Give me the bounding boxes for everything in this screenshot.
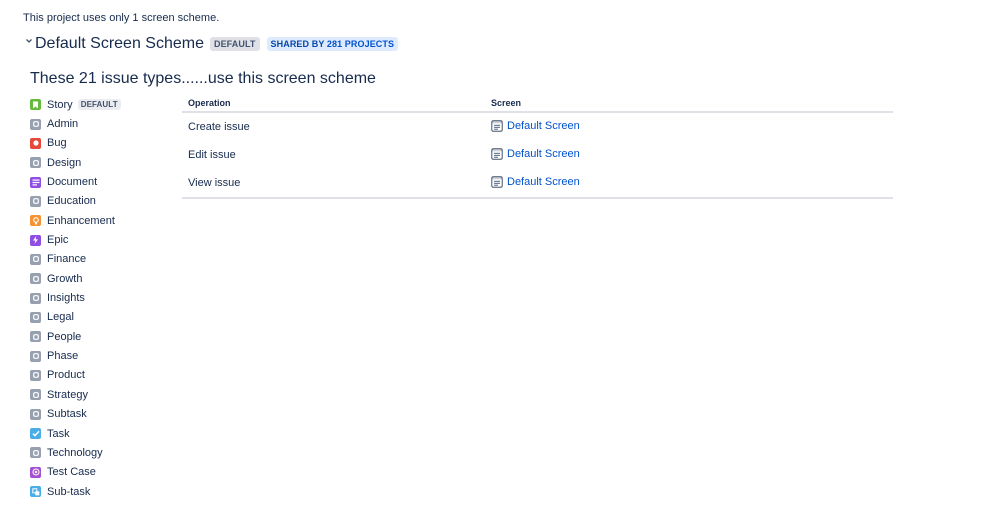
issue-type-item: Bug: [30, 134, 121, 153]
issue-type-label: Admin: [47, 118, 79, 131]
screen-link[interactable]: Default Screen: [491, 120, 580, 132]
generic-issue-icon: [30, 369, 41, 381]
issue-type-label: Subtask: [47, 408, 87, 421]
issue-type-item: Legal: [30, 308, 121, 327]
screen-link[interactable]: Default Screen: [491, 148, 580, 160]
generic-issue-icon: [30, 195, 41, 207]
issue-type-item: Subtask: [30, 405, 121, 424]
issue-type-item: Test Case: [30, 463, 121, 482]
issue-type-label: Growth: [47, 272, 83, 285]
issue-type-item: Phase: [30, 346, 121, 365]
generic-issue-icon: [30, 253, 41, 265]
issue-type-label: Product: [47, 369, 85, 382]
issue-type-item: Strategy: [30, 385, 121, 404]
issue-type-label: Task: [47, 427, 70, 440]
issue-type-label: Enhancement: [47, 214, 115, 227]
screen-cell: Default Screen: [485, 169, 893, 199]
operation-cell: View issue: [182, 169, 485, 199]
shared-by-prefix: SHARED BY: [270, 39, 327, 49]
screen-link-label: Default Screen: [507, 175, 580, 188]
generic-issue-icon: [30, 292, 41, 304]
issue-type-item: Enhancement: [30, 211, 121, 230]
issue-type-item: Document: [30, 172, 121, 191]
epic-icon: [30, 234, 41, 246]
generic-issue-icon: [30, 118, 41, 130]
screen-icon: [491, 119, 503, 132]
screen-link[interactable]: Default Screen: [491, 176, 580, 188]
issue-type-label: Technology: [47, 446, 103, 459]
issue-type-item: Admin: [30, 114, 121, 133]
issue-type-item: Story DEFAULT: [30, 95, 121, 114]
issue-type-label: Sub-task: [47, 485, 91, 498]
issue-type-label: Epic: [47, 234, 69, 247]
issue-type-item: Task: [30, 424, 121, 443]
screen-column-header: Screen: [485, 94, 893, 113]
issue-type-item: Product: [30, 366, 121, 385]
screen-link-label: Default Screen: [507, 147, 580, 160]
issue-type-label: Bug: [47, 137, 67, 150]
bug-icon: [30, 137, 41, 149]
section-title: These 21 issue types......use this scree…: [30, 70, 376, 87]
screen-cell: Default Screen: [485, 112, 893, 141]
issue-type-item: Insights: [30, 288, 121, 307]
issue-type-item: Education: [30, 192, 121, 211]
test-case-icon: [30, 466, 41, 478]
document-icon: [30, 176, 41, 188]
issue-type-item: Technology: [30, 443, 121, 462]
shared-projects-link[interactable]: 281 PROJECTS: [327, 39, 394, 49]
intro-text: This project uses only 1 screen scheme.: [23, 12, 220, 24]
screen-cell: Default Screen: [485, 141, 893, 169]
generic-issue-icon: [30, 311, 41, 323]
default-badge: DEFAULT: [209, 37, 260, 51]
table-row: Edit issue Default Screen: [182, 141, 893, 169]
issue-type-label: Strategy: [47, 388, 88, 401]
scheme-title[interactable]: Default Screen Scheme: [35, 35, 204, 53]
generic-issue-icon: [30, 273, 41, 285]
operation-cell: Create issue: [188, 121, 250, 133]
enhancement-icon: [30, 215, 41, 227]
shared-by-badge: SHARED BY 281 PROJECTS: [266, 37, 399, 51]
issue-type-label: Document: [47, 176, 98, 189]
subtask-icon: [30, 486, 41, 498]
screen-icon: [491, 175, 503, 188]
issue-type-item: People: [30, 327, 121, 346]
table-row: View issue Default Screen: [182, 169, 893, 199]
issue-type-item: Finance: [30, 250, 121, 269]
scheme-header: Default Screen Scheme DEFAULT SHARED BY …: [24, 35, 399, 53]
issue-type-label: Legal: [47, 311, 74, 324]
issue-type-item: Design: [30, 153, 121, 172]
generic-issue-icon: [30, 350, 41, 362]
generic-issue-icon: [30, 331, 41, 343]
issue-type-label: Education: [47, 195, 96, 208]
issue-type-label: Story: [47, 98, 73, 111]
chevron-down-icon[interactable]: [24, 37, 33, 46]
issue-type-label: Finance: [47, 253, 87, 266]
generic-issue-icon: [30, 389, 41, 401]
operation-column-header: Operation: [182, 94, 485, 113]
operations-table: Operation Screen Create issue Default Scr…: [182, 94, 893, 199]
issue-type-label: Phase: [47, 350, 79, 363]
generic-issue-icon: [30, 447, 41, 459]
issue-type-label: Test Case: [47, 466, 96, 479]
screen-icon: [491, 147, 503, 160]
generic-issue-icon: [30, 408, 41, 420]
generic-issue-icon: [30, 157, 41, 169]
issue-type-item: Growth: [30, 269, 121, 288]
issue-type-label: Design: [47, 156, 82, 169]
default-badge: DEFAULT: [77, 99, 121, 111]
issue-type-label: Insights: [47, 292, 85, 305]
issue-type-item: Epic: [30, 230, 121, 249]
screen-link-label: Default Screen: [507, 119, 580, 132]
issue-type-item: Sub-task: [30, 482, 121, 501]
issue-type-list: Story DEFAULT Admin Bug Design Document Educat…: [30, 95, 121, 501]
table-row: Create issue Default Screen: [182, 112, 893, 141]
task-icon: [30, 428, 41, 440]
story-icon: [30, 99, 41, 111]
operation-cell: Edit issue: [188, 149, 236, 161]
issue-type-label: People: [47, 330, 82, 343]
table-header-row: Operation Screen: [182, 94, 893, 113]
